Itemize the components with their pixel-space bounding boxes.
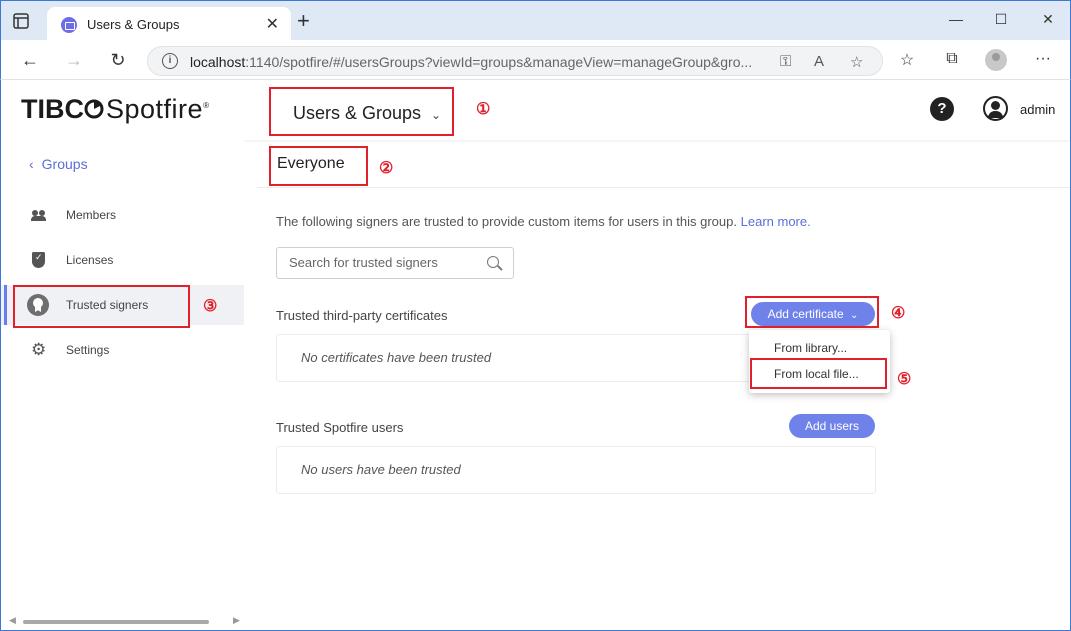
back-to-groups-link[interactable]: ‹ Groups <box>29 156 88 172</box>
sidebar-item-label: Members <box>66 208 117 222</box>
page: TIBC Spotfire® Users & Groups ⌄ ? admin ‹ G… <box>0 80 1071 631</box>
certificates-section-label: Trusted third-party certificates <box>276 308 448 323</box>
close-window-icon[interactable]: ✕ <box>1038 11 1058 28</box>
address-bar[interactable]: i localhost:1140/spotfire/#/usersGroups?… <box>147 46 883 76</box>
browser-toolbar: ← → ↻ i localhost:1140/spotfire/#/usersG… <box>0 40 1071 80</box>
users-section-label: Trusted Spotfire users <box>276 420 404 435</box>
back-arrow-icon[interactable]: ← <box>19 49 41 71</box>
people-icon <box>31 207 47 223</box>
certificates-empty-text: No certificates have been trusted <box>301 350 492 365</box>
refresh-icon[interactable]: ↻ <box>107 49 129 71</box>
close-tab-icon[interactable]: ✕ <box>266 14 279 34</box>
favorites-icon[interactable]: ☆ <box>896 50 918 70</box>
annotation-number-5: ⑤ <box>897 371 912 388</box>
sidebar-item-settings[interactable]: ⚙ Settings <box>1 330 244 370</box>
app-header: TIBC Spotfire® Users & Groups ⌄ ? admin <box>1 80 1070 140</box>
url-text[interactable]: localhost:1140/spotfire/#/usersGroups?vi… <box>190 54 752 70</box>
help-icon[interactable]: ? <box>930 97 954 121</box>
add-favorite-icon[interactable]: ☆ <box>850 53 863 71</box>
menu-item-from-library[interactable]: From library... <box>749 336 890 360</box>
scrollbar-thumb[interactable] <box>23 620 209 624</box>
scroll-right-icon[interactable]: ▶ <box>233 615 240 626</box>
sidebar-item-licenses[interactable]: Licenses <box>1 240 244 280</box>
horizontal-scrollbar[interactable]: ◀ ▶ <box>9 615 241 626</box>
user-icon[interactable] <box>983 96 1008 121</box>
more-icon[interactable]: ··· <box>1032 50 1054 68</box>
maximize-icon[interactable]: ☐ <box>991 11 1011 28</box>
sidebar-item-label: Licenses <box>66 253 114 267</box>
chevron-left-icon: ‹ <box>29 156 34 172</box>
sidebar-item-label: Settings <box>66 343 110 357</box>
search-input[interactable] <box>289 255 479 270</box>
browser-tab[interactable]: Users & Groups ✕ <box>47 7 291 41</box>
sidebar: ‹Groups Members Licenses Trusted signers… <box>1 140 244 610</box>
annotation-number-1: ① <box>476 101 491 118</box>
user-name[interactable]: admin <box>1020 102 1055 117</box>
read-aloud-icon[interactable]: A <box>814 53 824 70</box>
annotation-box-3 <box>13 285 190 328</box>
users-empty-text: No users have been trusted <box>301 462 461 477</box>
annotation-number-4: ④ <box>891 305 906 322</box>
annotation-box-2 <box>269 146 368 186</box>
add-users-button[interactable]: Add users <box>789 414 875 438</box>
forward-arrow-icon[interactable]: → <box>63 49 85 71</box>
annotation-number-3: ③ <box>203 298 218 315</box>
collections-icon[interactable]: ⧉ <box>941 50 963 68</box>
annotation-number-2: ② <box>379 160 394 177</box>
browser-tab-bar: Users & Groups ✕ + — ☐ ✕ <box>0 0 1071 41</box>
minimize-icon[interactable]: — <box>946 11 966 27</box>
search-icon[interactable] <box>487 256 499 268</box>
description-text: The following signers are trusted to pro… <box>276 214 811 229</box>
divider <box>257 187 1070 188</box>
sidebar-item-members[interactable]: Members <box>1 195 244 235</box>
profile-avatar[interactable] <box>985 49 1007 71</box>
tibco-spotfire-logo[interactable]: TIBC Spotfire® <box>21 94 209 125</box>
tab-actions-icon[interactable] <box>11 11 31 31</box>
annotation-box-1 <box>269 87 454 136</box>
users-list: No users have been trusted <box>276 446 876 494</box>
site-info-icon[interactable]: i <box>162 53 178 69</box>
tab-title: Users & Groups <box>87 17 180 32</box>
gear-icon: ⚙ <box>31 340 47 359</box>
new-tab-button[interactable]: + <box>297 10 310 32</box>
learn-more-link[interactable]: Learn more. <box>741 214 811 229</box>
scroll-left-icon[interactable]: ◀ <box>9 615 16 626</box>
annotation-box-5 <box>750 358 887 389</box>
shield-icon <box>32 252 45 268</box>
spotfire-favicon-icon <box>61 17 77 33</box>
search-box[interactable] <box>276 247 514 279</box>
annotation-box-4 <box>745 296 879 328</box>
key-icon[interactable]: ⚿ <box>780 53 791 70</box>
